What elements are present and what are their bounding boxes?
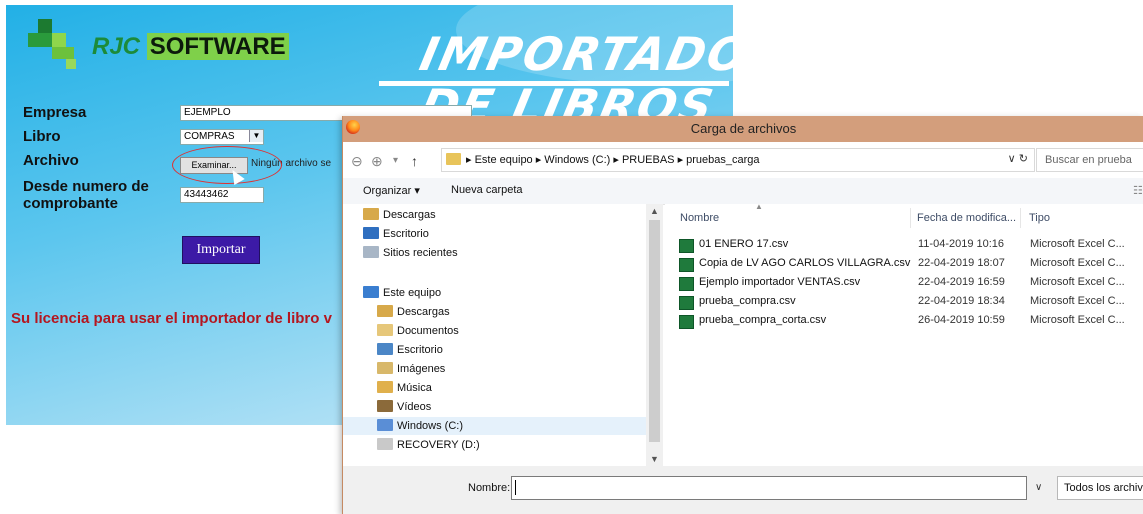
nav-scrollbar[interactable]: ▲ ▼ — [646, 204, 663, 466]
scroll-down-icon[interactable]: ▼ — [650, 454, 659, 464]
brand-rjc: RJC — [92, 33, 141, 60]
scroll-thumb[interactable] — [649, 220, 660, 442]
nav-item-musica[interactable]: Música — [377, 379, 432, 397]
rjc-logo-icon — [28, 19, 82, 71]
nav-item-escritorio-2[interactable]: Escritorio — [377, 341, 443, 359]
download-folder-icon — [377, 305, 393, 317]
brand-name: RJC SOFTWARE — [92, 33, 289, 61]
empresa-value: EJEMPLO — [184, 107, 231, 118]
filename-input[interactable] — [511, 476, 1027, 500]
sort-up-icon: ▲ — [755, 202, 763, 211]
libro-select[interactable]: COMPRAS ▼ — [180, 129, 264, 145]
chevron-down-icon[interactable]: ∨ — [1035, 482, 1042, 493]
libro-label: Libro — [23, 128, 61, 145]
breadcrumb-path[interactable]: ▸ Este equipo ▸ Windows (C:) ▸ PRUEBAS ▸… — [466, 153, 760, 166]
excel-csv-icon — [679, 239, 694, 253]
view-options-icon[interactable]: ☷ — [1133, 184, 1143, 197]
forward-arrow-icon[interactable]: ⊕ — [371, 153, 383, 170]
refresh-icon[interactable]: ∨ ↻ — [1008, 152, 1028, 165]
nav-item-este-equipo[interactable]: Este equipo — [363, 284, 441, 302]
scroll-up-icon[interactable]: ▲ — [650, 206, 659, 216]
nav-item-imagenes[interactable]: Imágenes — [377, 360, 445, 378]
nav-item-videos[interactable]: Vídeos — [377, 398, 431, 416]
file-row[interactable]: 01 ENERO 17.csv 11-04-2019 10:16 Microso… — [679, 236, 1143, 254]
text-caret — [515, 480, 516, 495]
excel-csv-icon — [679, 315, 694, 329]
windows-drive-icon — [377, 419, 393, 431]
column-divider[interactable] — [910, 208, 911, 228]
recent-places-icon — [363, 246, 379, 258]
recent-dropdown-icon[interactable]: ▾ — [393, 155, 398, 166]
desktop-folder-icon — [377, 343, 393, 355]
comprobante-input[interactable]: 43443462 — [180, 187, 264, 203]
app-title-line1: IMPORTADOR — [415, 27, 733, 81]
excel-csv-icon — [679, 258, 694, 272]
column-header-nombre[interactable]: Nombre — [680, 212, 719, 224]
license-message: Su licencia para usar el importador de l… — [11, 310, 332, 327]
excel-csv-icon — [679, 277, 694, 291]
folder-icon — [446, 153, 461, 165]
desde-label-line1: Desde numero de — [23, 178, 149, 195]
desktop-icon — [363, 227, 379, 239]
file-row[interactable]: prueba_compra_corta.csv 26-04-2019 10:59… — [679, 312, 1143, 330]
navigation-pane: Descargas Escritorio Sitios recientes Es… — [343, 204, 653, 466]
chevron-down-icon[interactable]: ▼ — [249, 130, 263, 142]
file-row[interactable]: Copia de LV AGO CARLOS VILLAGRA.csv 22-0… — [679, 255, 1143, 273]
nueva-carpeta-button[interactable]: Nueva carpeta — [451, 184, 523, 196]
download-folder-icon — [363, 208, 379, 220]
highlight-circle — [172, 146, 282, 184]
brand-software: SOFTWARE — [146, 33, 289, 60]
archivo-label: Archivo — [23, 152, 79, 169]
documents-icon — [377, 324, 393, 336]
search-input[interactable]: Buscar en prueba — [1036, 148, 1143, 172]
nav-item-descargas-2[interactable]: Descargas — [377, 303, 450, 321]
excel-csv-icon — [679, 296, 694, 310]
nav-item-sitios-recientes[interactable]: Sitios recientes — [363, 244, 458, 262]
videos-icon — [377, 400, 393, 412]
breadcrumb[interactable]: ▸ Este equipo ▸ Windows (C:) ▸ PRUEBAS ▸… — [441, 148, 1035, 172]
organizar-menu[interactable]: Organizar ▾ — [363, 184, 420, 197]
file-row[interactable]: prueba_compra.csv 22-04-2019 18:34 Micro… — [679, 293, 1143, 311]
file-type-filter[interactable]: Todos los archiv — [1057, 476, 1143, 500]
desde-label-line2: comprobante — [23, 195, 119, 212]
file-upload-dialog: Carga de archivos ⊖ ⊕ ▾ ↑ ▸ Este equipo … — [342, 116, 1143, 514]
dialog-titlebar[interactable]: Carga de archivos — [343, 116, 1143, 142]
column-header-tipo[interactable]: Tipo — [1029, 212, 1050, 224]
comprobante-value: 43443462 — [184, 189, 229, 200]
pictures-icon — [377, 362, 393, 374]
nav-item-recovery-d[interactable]: RECOVERY (D:) — [377, 436, 480, 454]
file-row[interactable]: Ejemplo importador VENTAS.csv 22-04-2019… — [679, 274, 1143, 292]
nav-item-escritorio[interactable]: Escritorio — [363, 225, 429, 243]
up-arrow-icon[interactable]: ↑ — [411, 153, 418, 169]
dialog-title: Carga de archivos — [690, 121, 797, 136]
empresa-label: Empresa — [23, 104, 87, 121]
music-icon — [377, 381, 393, 393]
nav-item-documentos[interactable]: Documentos — [377, 322, 459, 340]
back-arrow-icon[interactable]: ⊖ — [351, 153, 363, 170]
dialog-footer: Nombre: ∨ Todos los archiv — [343, 466, 1143, 514]
nombre-label: Nombre: — [468, 482, 511, 494]
file-list: Nombre ▲ Fecha de modifica... Tipo 01 EN… — [665, 202, 1143, 466]
dialog-toolbar: Organizar ▾ Nueva carpeta ☷ — [343, 178, 1143, 205]
nav-item-descargas[interactable]: Descargas — [363, 206, 436, 224]
computer-icon — [363, 286, 379, 298]
column-header-fecha[interactable]: Fecha de modifica... — [917, 212, 1016, 224]
importar-button[interactable]: Importar — [182, 236, 260, 264]
libro-value: COMPRAS — [184, 131, 235, 142]
drive-icon — [377, 438, 393, 450]
nav-item-windows-c[interactable]: Windows (C:) — [343, 417, 653, 435]
column-divider[interactable] — [1020, 208, 1021, 228]
address-bar: ⊖ ⊕ ▾ ↑ ▸ Este equipo ▸ Windows (C:) ▸ P… — [343, 142, 1143, 178]
